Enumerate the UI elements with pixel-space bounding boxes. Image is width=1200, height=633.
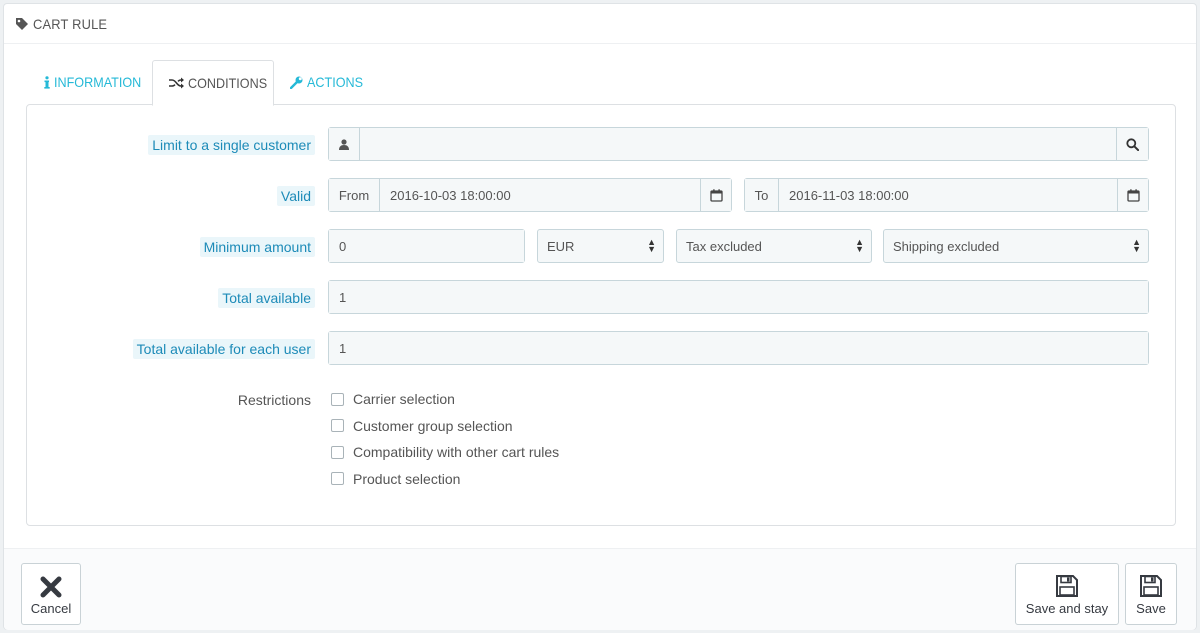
minimum-amount-label: Minimum amount (199, 237, 315, 257)
total-available-input[interactable]: 1 (328, 280, 1149, 314)
calendar-icon[interactable] (1117, 179, 1148, 211)
select-arrows-icon: ▲ ▼ (855, 237, 864, 254)
from-addon: From (329, 179, 380, 211)
cancel-label: Cancel (30, 601, 72, 616)
panel-footer: Cancel Save and stay Save (4, 548, 1196, 630)
tab-bar: INFORMATION CONDITIONS ACTIONS (28, 60, 385, 106)
total-available-value: 1 (329, 281, 1148, 313)
valid-from-input[interactable]: 2016-10-03 18:00:00 (380, 179, 700, 211)
restriction-customer-group[interactable]: Customer group selection (331, 413, 559, 440)
restriction-label: Product selection (353, 470, 461, 487)
restriction-compatibility[interactable]: Compatibility with other cart rules (331, 439, 559, 466)
total-per-user-label: Total available for each user (132, 339, 315, 359)
floppy-disk-icon (1056, 575, 1078, 597)
select-arrows-icon: ▲ ▼ (1132, 237, 1141, 254)
restriction-label: Carrier selection (353, 391, 455, 408)
tab-conditions[interactable]: CONDITIONS (152, 60, 274, 106)
valid-to-group: To 2016-11-03 18:00:00 (744, 178, 1149, 212)
currency-select[interactable]: EUR ▲ ▼ (537, 229, 664, 263)
checkbox[interactable] (331, 419, 344, 433)
valid-to-input[interactable]: 2016-11-03 18:00:00 (779, 179, 1117, 211)
wrench-icon (290, 76, 303, 89)
valid-from-group: From 2016-10-03 18:00:00 (328, 178, 732, 212)
customer-search-input[interactable] (360, 128, 1116, 160)
restrictions-label: Restrictions (237, 392, 311, 408)
restrictions-list: Carrier selection Customer group selecti… (331, 386, 559, 492)
total-available-label: Total available (218, 288, 315, 308)
tax-value: Tax excluded (686, 238, 762, 254)
total-per-user-value: 1 (329, 332, 1148, 364)
customer-input-group (328, 127, 1149, 161)
checkbox[interactable] (331, 445, 344, 459)
checkbox[interactable] (331, 472, 344, 486)
to-addon: To (745, 179, 779, 211)
restriction-label: Customer group selection (353, 417, 513, 434)
restriction-carrier[interactable]: Carrier selection (331, 386, 559, 413)
calendar-icon[interactable] (700, 179, 731, 211)
shipping-select[interactable]: Shipping excluded ▲ ▼ (883, 229, 1149, 263)
save-and-stay-label: Save and stay (1025, 601, 1109, 616)
user-icon (329, 128, 360, 160)
tax-select[interactable]: Tax excluded ▲ ▼ (676, 229, 872, 263)
customer-label: Limit to a single customer (148, 135, 315, 155)
close-icon (40, 576, 62, 598)
save-label: Save (1136, 601, 1166, 616)
minimum-amount-value: 0 (329, 230, 524, 262)
info-icon (44, 75, 50, 89)
total-per-user-input[interactable]: 1 (328, 331, 1149, 365)
restriction-product[interactable]: Product selection (331, 466, 559, 493)
select-arrows-icon: ▲ ▼ (647, 237, 656, 254)
tag-icon (16, 17, 28, 30)
save-button[interactable]: Save (1125, 563, 1177, 625)
tab-label: ACTIONS (307, 74, 364, 90)
panel-title: CART RULE (33, 15, 108, 32)
conditions-form: Limit to a single customer Valid From 20… (26, 104, 1176, 526)
cart-rule-panel: CART RULE INFORMATION CONDITIONS ACTIONS… (3, 3, 1197, 630)
panel-heading: CART RULE (4, 4, 1196, 44)
valid-label: Valid (276, 186, 315, 206)
floppy-disk-icon (1140, 575, 1162, 597)
restriction-label: Compatibility with other cart rules (353, 444, 560, 461)
save-and-stay-button[interactable]: Save and stay (1015, 563, 1119, 625)
tab-label: INFORMATION (54, 74, 142, 90)
checkbox[interactable] (331, 392, 344, 406)
tab-actions[interactable]: ACTIONS (274, 60, 385, 104)
minimum-amount-input[interactable]: 0 (328, 229, 525, 263)
currency-value: EUR (547, 238, 575, 254)
cancel-button[interactable]: Cancel (21, 563, 81, 625)
search-icon[interactable] (1116, 128, 1148, 160)
shipping-value: Shipping excluded (893, 238, 1000, 254)
tab-label: CONDITIONS (188, 75, 268, 91)
shuffle-icon (169, 77, 184, 89)
tab-information[interactable]: INFORMATION (28, 60, 152, 104)
